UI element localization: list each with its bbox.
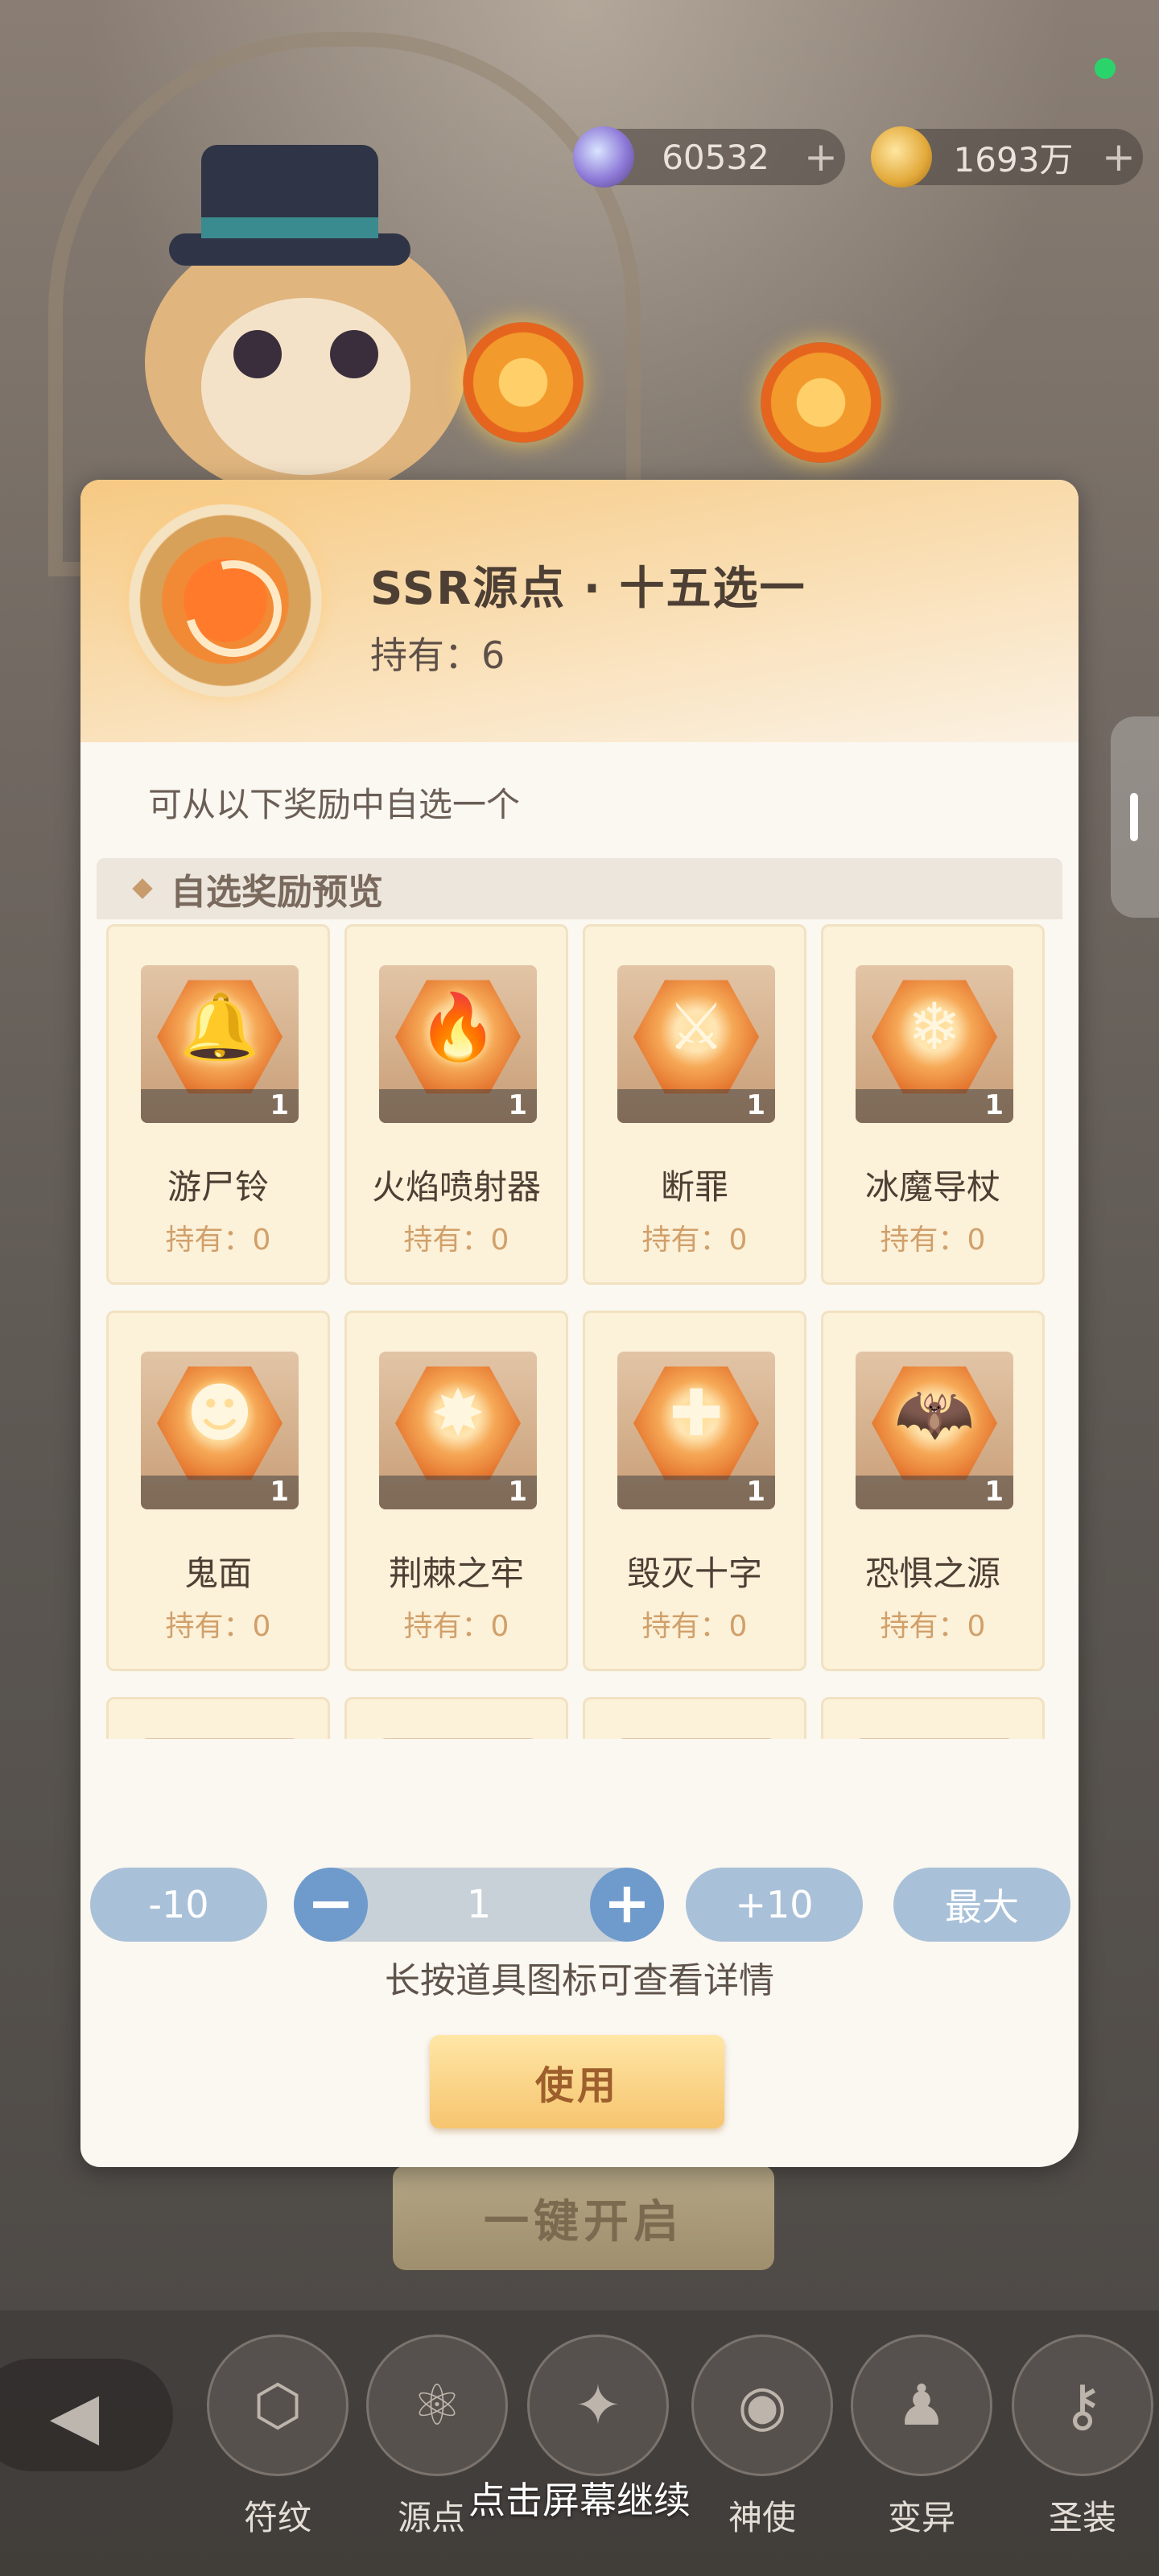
item-owned: 持有：0 <box>641 1610 748 1643</box>
back-arrow-icon: ◀ <box>49 2377 100 2453</box>
item-name: 鬼面 <box>184 1554 252 1593</box>
item-quantity: 1 <box>984 1476 1004 1508</box>
paw-coin-icon <box>871 126 932 188</box>
item-icon[interactable]: ⚔ 1 <box>617 965 775 1123</box>
mask-icon: ☻ <box>186 1376 254 1451</box>
card-icon: ✦ <box>527 2334 669 2476</box>
reward-card[interactable]: ⌂ <box>821 1697 1045 1739</box>
increment-button[interactable]: + <box>590 1868 664 1942</box>
item-owned: 持有：0 <box>641 1224 748 1257</box>
item-icon[interactable]: ✸ 1 <box>379 1352 537 1509</box>
dialog-subtitle: 可从以下奖励中自选一个 <box>148 785 521 824</box>
reward-card[interactable]: ✸ 1 荆棘之牢 持有：0 <box>344 1311 568 1671</box>
crystal-amount: 60532 <box>662 137 769 177</box>
item-name: 冰魔导杖 <box>864 1167 1000 1207</box>
paw-token-icon <box>463 322 584 443</box>
item-icon[interactable]: ☻ 1 <box>141 1352 299 1509</box>
item-icon[interactable]: 🦇 1 <box>856 1352 1013 1509</box>
item-icon[interactable]: ✚ 1 <box>617 1352 775 1509</box>
reward-card[interactable]: 🦇 1 恐惧之源 持有：0 <box>821 1311 1045 1671</box>
status-indicator-dot <box>1095 58 1116 79</box>
add-crystal-button[interactable]: + <box>797 134 845 180</box>
bat-icon: 🦇 <box>894 1376 975 1451</box>
item-quantity: 1 <box>746 1476 765 1508</box>
ssr-source-point-icon <box>129 504 322 697</box>
item-icon[interactable]: ◆ <box>617 1738 775 1739</box>
eye-icon: ◉ <box>691 2334 833 2476</box>
flame-icon: 🔥 <box>418 989 498 1064</box>
item-icon[interactable]: 🔔 1 <box>141 965 299 1123</box>
item-owned: 持有：0 <box>165 1610 271 1643</box>
max-button[interactable]: 最大 <box>893 1868 1070 1942</box>
reward-card[interactable]: ☹ <box>344 1697 568 1739</box>
crystal-icon <box>573 126 634 188</box>
section-title: 自选奖励预览 <box>171 872 383 913</box>
section-header: 自选奖励预览 <box>97 858 1062 919</box>
minus-ten-button[interactable]: -10 <box>90 1868 267 1942</box>
decrement-button[interactable]: − <box>294 1868 368 1942</box>
item-quantity: 1 <box>270 1476 289 1508</box>
item-icon[interactable]: ☹ <box>379 1738 537 1739</box>
fox-mascot-illustration <box>145 145 467 499</box>
reward-card[interactable]: ✂ <box>106 1697 330 1739</box>
item-quantity: 1 <box>270 1089 289 1121</box>
thorn-icon: ✸ <box>431 1376 485 1451</box>
dialog-title: SSR源点 · 十五选一 <box>370 563 806 615</box>
add-coin-button[interactable]: + <box>1095 134 1143 180</box>
item-icon[interactable]: ❄ 1 <box>856 965 1013 1123</box>
coin-amount: 1693万 <box>953 139 1074 180</box>
reward-card[interactable]: ☻ 1 鬼面 持有：0 <box>106 1311 330 1671</box>
ice-staff-icon: ❄ <box>907 989 962 1064</box>
key-icon: ⚷ <box>1012 2334 1153 2476</box>
reward-card[interactable]: ❄ 1 冰魔导杖 持有：0 <box>821 924 1045 1285</box>
item-name: 火焰喷射器 <box>371 1167 541 1207</box>
item-name: 荆棘之牢 <box>388 1554 524 1593</box>
long-press-hint: 长按道具图标可查看详情 <box>385 1960 774 2001</box>
item-owned: 持有：0 <box>880 1610 986 1643</box>
item-quantity: 1 <box>508 1089 527 1121</box>
paw-token-icon <box>761 342 881 463</box>
item-quantity: 1 <box>746 1089 765 1121</box>
crystal-currency-display: 60532 + <box>573 126 845 188</box>
item-owned: 持有：0 <box>403 1224 509 1257</box>
item-icon[interactable]: ⌂ <box>856 1738 1013 1739</box>
blade-icon: ⚔ <box>667 989 725 1064</box>
reward-card[interactable]: ◆ <box>583 1697 806 1739</box>
item-name: 断罪 <box>660 1167 728 1207</box>
quantity-selector: -10 − 1 + +10 最大 <box>0 1868 1159 1948</box>
item-name: 毁灭十字 <box>626 1554 762 1593</box>
item-icon[interactable]: ✂ <box>141 1738 299 1739</box>
owned-count: 持有：6 <box>370 634 505 677</box>
diamond-bullet-icon <box>132 878 153 899</box>
reward-card[interactable]: 🔔 1 游尸铃 持有：0 <box>106 924 330 1285</box>
back-button[interactable]: ◀ <box>0 2359 173 2471</box>
item-name: 游尸铃 <box>167 1167 269 1207</box>
item-owned: 持有：0 <box>165 1224 271 1257</box>
plus-ten-button[interactable]: +10 <box>686 1868 863 1942</box>
atom-icon: ⚛ <box>366 2334 508 2476</box>
item-owned: 持有：0 <box>403 1610 509 1643</box>
quantity-stepper: − 1 + <box>294 1868 664 1942</box>
item-icon[interactable]: 🔥 1 <box>379 965 537 1123</box>
item-quantity: 1 <box>984 1089 1004 1121</box>
bell-icon: 🔔 <box>179 989 260 1064</box>
reward-card[interactable]: 🔥 1 火焰喷射器 持有：0 <box>344 924 568 1285</box>
tap-to-continue-text[interactable]: 点击屏幕继续 <box>0 2471 1159 2524</box>
dice-icon: ⬡ <box>207 2334 349 2476</box>
dialog-header: SSR源点 · 十五选一 持有：6 <box>80 480 1079 742</box>
quantity-value[interactable]: 1 <box>368 1868 590 1942</box>
coin-currency-display: 1693万 + <box>871 126 1143 188</box>
use-button[interactable]: 使用 <box>430 2035 724 2128</box>
mutant-icon: ♟ <box>851 2334 992 2476</box>
reward-card[interactable]: ✚ 1 毁灭十字 持有：0 <box>583 1311 806 1671</box>
cross-icon: ✚ <box>669 1376 724 1451</box>
item-name: 恐惧之源 <box>864 1554 1000 1593</box>
reward-grid: 🔔 1 游尸铃 持有：0 🔥 1 火焰喷射器 持有：0 ⚔ 1 断罪 持有：0 ❄ 1 … <box>106 924 1064 1739</box>
reward-card[interactable]: ⚔ 1 断罪 持有：0 <box>583 924 806 1285</box>
side-drawer-handle[interactable] <box>1111 716 1159 918</box>
item-owned: 持有：0 <box>880 1224 986 1257</box>
open-all-button[interactable]: 一键开启 <box>393 2165 774 2270</box>
item-quantity: 1 <box>508 1476 527 1508</box>
